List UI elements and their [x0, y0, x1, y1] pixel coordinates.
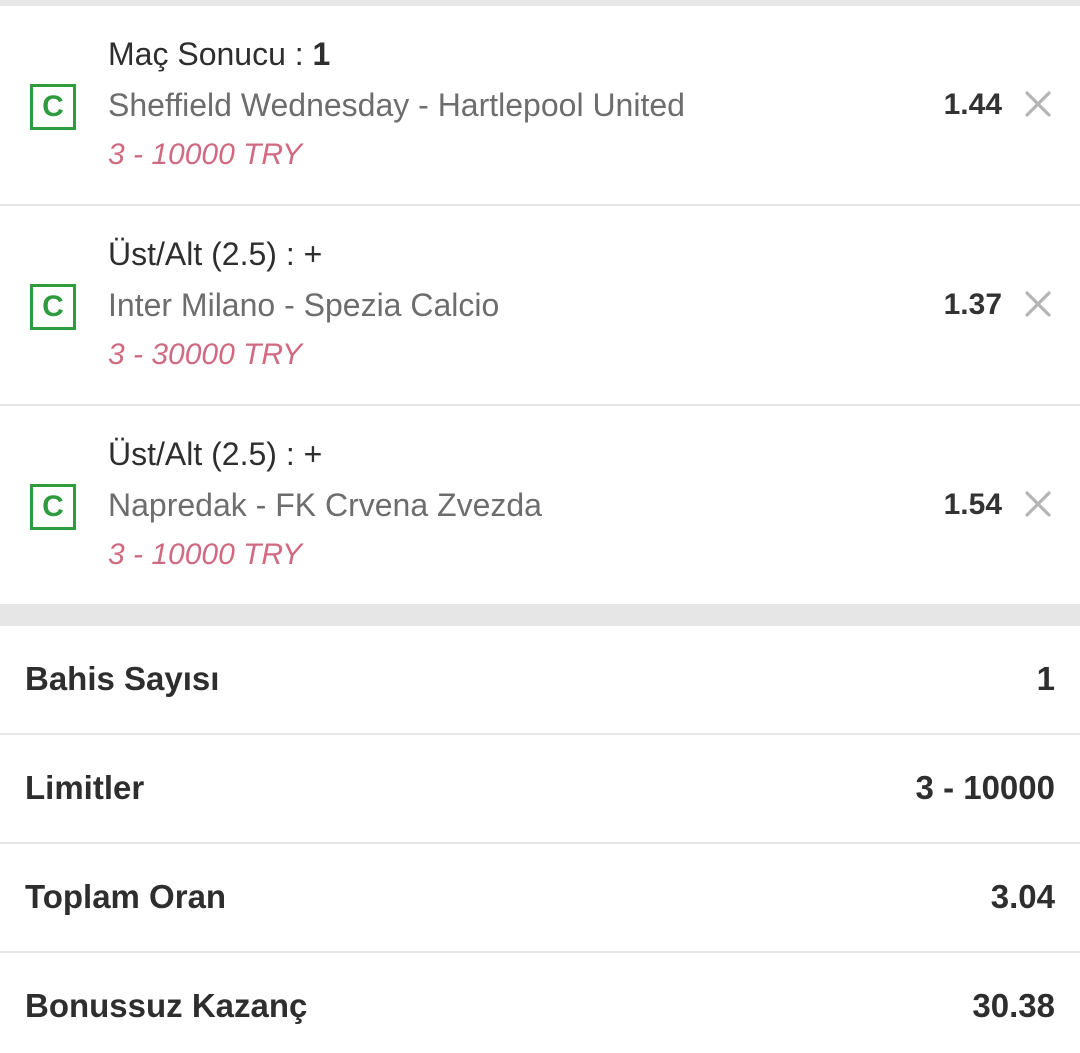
summary-row-bet-count: Bahis Sayısı 1 [0, 626, 1080, 735]
market-label: Üst/Alt (2.5) : + [108, 436, 322, 473]
market-name: Maç Sonucu : [108, 36, 313, 72]
bet-item[interactable]: C Maç Sonucu : 1 Sheffield Wednesday - H… [0, 6, 1080, 206]
market-selection: + [303, 236, 323, 272]
market-name: Üst/Alt (2.5) : [108, 436, 304, 472]
summary-row-limits: Limitler 3 - 10000 [0, 735, 1080, 844]
c-badge-icon: C [30, 284, 76, 330]
c-badge-icon: C [30, 84, 76, 130]
close-icon[interactable] [1024, 490, 1052, 518]
bet-item[interactable]: C Üst/Alt (2.5) : + Napredak - FK Crvena… [0, 406, 1080, 604]
c-badge-icon: C [30, 484, 76, 530]
market-label: Maç Sonucu : 1 [108, 36, 330, 73]
summary-label: Bonussuz Kazanç [25, 987, 308, 1024]
match-name: Sheffield Wednesday - Hartlepool United [108, 87, 685, 123]
summary-label: Limitler [25, 769, 145, 806]
summary-row-total-odds: Toplam Oran 3.04 [0, 844, 1080, 953]
match-name: Inter Milano - Spezia Calcio [108, 287, 500, 323]
summary-value: 1 [1036, 660, 1055, 697]
summary-value: 3 - 10000 [915, 769, 1055, 806]
bet-limit: 3 - 10000 TRY [108, 538, 302, 571]
odd-value: 1.44 [943, 88, 1002, 121]
close-icon[interactable] [1024, 90, 1052, 118]
bet-slip-list: C Maç Sonucu : 1 Sheffield Wednesday - H… [0, 6, 1080, 604]
summary-value: 30.38 [972, 987, 1055, 1024]
summary-row-winnings: Bonussuz Kazanç 30.38 [0, 953, 1080, 1053]
bet-item[interactable]: C Üst/Alt (2.5) : + Inter Milano - Spezi… [0, 206, 1080, 406]
match-name: Napredak - FK Crvena Zvezda [108, 487, 542, 523]
market-selection: + [303, 436, 323, 472]
market-name: Üst/Alt (2.5) : [108, 236, 304, 272]
market-selection: 1 [312, 36, 331, 72]
summary-label: Toplam Oran [25, 878, 227, 915]
odd-value: 1.54 [943, 488, 1002, 521]
summary-label: Bahis Sayısı [25, 660, 220, 697]
summary-value: 3.04 [990, 878, 1055, 915]
bet-limit: 3 - 10000 TRY [108, 138, 302, 171]
section-separator [0, 604, 1080, 626]
close-icon[interactable] [1024, 290, 1052, 318]
bet-summary: Bahis Sayısı 1 Limitler 3 - 10000 Toplam… [0, 626, 1080, 1053]
market-label: Üst/Alt (2.5) : + [108, 236, 322, 273]
bet-limit: 3 - 30000 TRY [108, 338, 302, 371]
odd-value: 1.37 [943, 288, 1002, 321]
